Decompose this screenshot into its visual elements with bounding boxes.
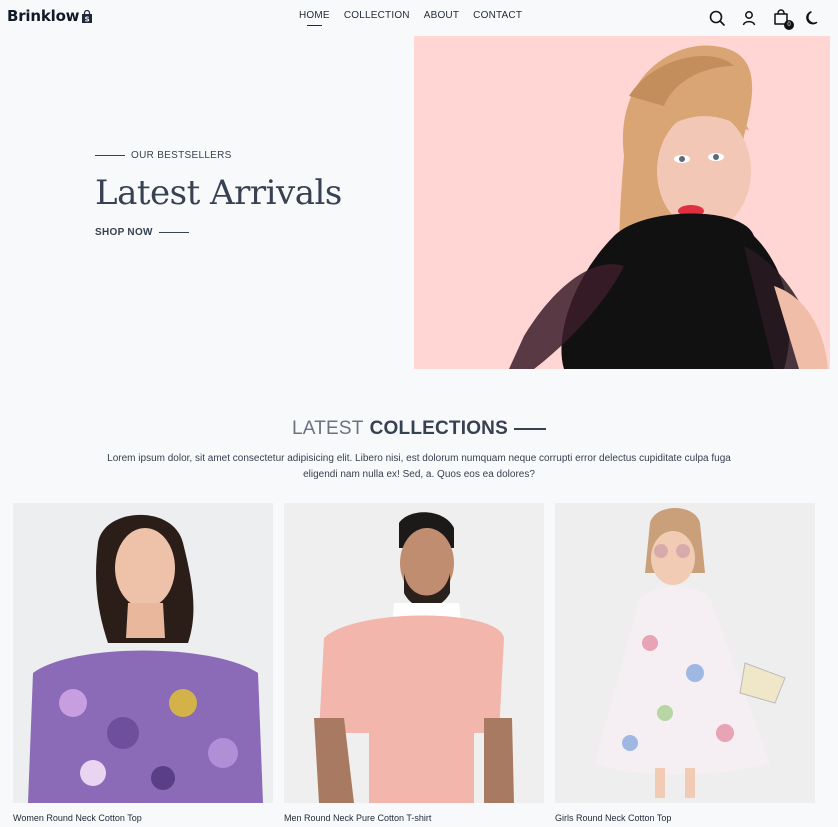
shop-now-button[interactable]: SHOP NOW [95,227,395,238]
product-image[interactable] [284,503,544,803]
product-name[interactable]: Women Round Neck Cotton Top [13,813,273,823]
hero-eyebrow: OUR BESTSELLERS [95,150,395,161]
product-illustration [13,503,273,803]
hero-eyebrow-text: OUR BESTSELLERS [131,150,232,161]
product-card[interactable]: Women Round Neck Cotton Top [13,503,273,823]
nav-home[interactable]: HOME [299,10,330,26]
product-name[interactable]: Girls Round Neck Cotton Top [555,813,815,823]
section-title: LATEST COLLECTIONS [0,418,838,440]
product-illustration [555,503,815,803]
nav-about[interactable]: ABOUT [424,10,459,21]
section-description: Lorem ipsum dolor, sit amet consectetur … [107,453,731,480]
moon-icon[interactable] [804,9,822,27]
brand-name: Brinklow [7,7,80,25]
section-title-bold: COLLECTIONS [369,418,508,439]
svg-text:S: S [85,16,90,24]
product-name[interactable]: Men Round Neck Pure Cotton T-shirt [284,813,544,823]
search-icon[interactable] [708,9,726,27]
product-image[interactable] [555,503,815,803]
hero-model-illustration [509,45,828,369]
hero-title: Latest Arrivals [95,173,342,213]
site-header: Brinklow S HOME COLLECTION ABOUT CONTACT… [0,0,838,34]
product-image[interactable] [13,503,273,803]
nav-collection[interactable]: COLLECTION [344,10,410,21]
product-card[interactable]: Girls Round Neck Cotton Top [555,503,815,823]
section-title-light: LATEST [292,418,364,439]
user-icon[interactable] [740,9,758,27]
brand-logo[interactable]: Brinklow S [7,7,94,25]
divider-line [158,232,189,233]
divider-line [95,155,125,156]
main-nav: HOME COLLECTION ABOUT CONTACT [299,10,522,26]
header-actions: 0 [708,9,822,30]
hero-text: OUR BESTSELLERS Latest Arrivals SHOP NOW [95,150,395,238]
shop-now-label: SHOP NOW [95,227,153,238]
product-card[interactable]: Men Round Neck Pure Cotton T-shirt [284,503,544,823]
product-illustration [284,503,544,803]
divider-line [513,428,546,430]
cart-icon[interactable]: 0 [772,9,794,30]
shopping-bag-icon: S [80,9,94,24]
nav-contact[interactable]: CONTACT [473,10,522,21]
hero-image [414,36,830,369]
cart-count-badge: 0 [784,20,794,30]
